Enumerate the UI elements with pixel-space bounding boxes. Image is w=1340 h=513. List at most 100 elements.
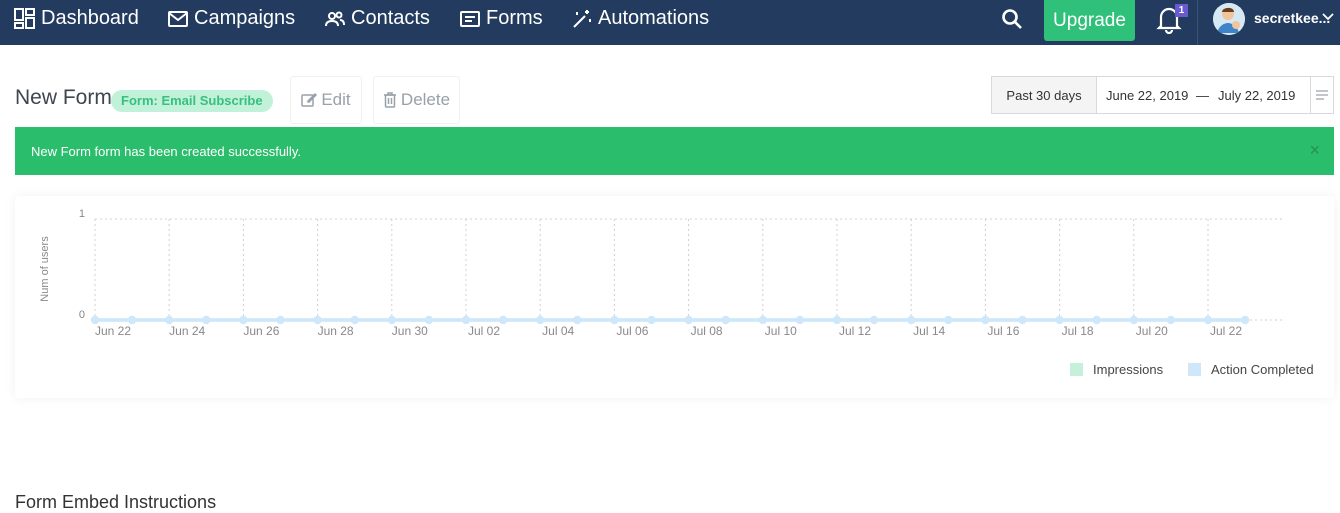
- page-title: New Form: [15, 86, 112, 109]
- delete-button[interactable]: Delete: [373, 76, 460, 124]
- section-heading: Form Embed Instructions: [15, 492, 217, 512]
- x-tick-label: Jun 22: [95, 324, 131, 338]
- x-tick-label: Jun 24: [169, 324, 205, 338]
- date-end: July 22, 2019: [1218, 88, 1296, 103]
- username[interactable]: secretkee...: [1254, 10, 1330, 26]
- data-point: [350, 315, 359, 325]
- legend-label: Impressions: [1093, 362, 1164, 377]
- y-axis-label: Num of users: [39, 236, 51, 302]
- data-point: [869, 315, 879, 325]
- nav-automations-label: Automations: [598, 7, 710, 29]
- x-tick-label: Jul 16: [987, 324, 1019, 338]
- edit-icon: [301, 92, 318, 107]
- success-alert: New Form form has been created successfu…: [15, 127, 1334, 175]
- data-point: [1129, 315, 1139, 325]
- magic-wand-icon: [573, 9, 591, 28]
- x-tick-label: Jul 18: [1062, 324, 1094, 338]
- data-point: [461, 315, 471, 325]
- edit-button[interactable]: Edit: [290, 76, 362, 124]
- upgrade-button[interactable]: Upgrade: [1044, 0, 1135, 41]
- legend-item-action-completed[interactable]: Action Completed: [1188, 362, 1314, 377]
- nav-divider: [1197, 0, 1198, 45]
- nav-forms[interactable]: Forms: [460, 0, 543, 37]
- search-icon[interactable]: [1000, 7, 1024, 31]
- date-preset-button[interactable]: Past 30 days: [991, 76, 1097, 114]
- legend-label: Action Completed: [1211, 362, 1314, 377]
- avatar[interactable]: [1213, 3, 1245, 35]
- nav-dashboard-label: Dashboard: [41, 7, 139, 29]
- dashboard-icon: [14, 8, 35, 29]
- data-point: [90, 315, 100, 325]
- date-separator: —: [1196, 88, 1209, 103]
- x-tick-label: Jul 10: [765, 324, 797, 338]
- mail-icon: [168, 10, 188, 27]
- legend-item-impressions[interactable]: Impressions: [1070, 362, 1163, 377]
- x-tick-label: Jul 20: [1136, 324, 1168, 338]
- data-point: [1203, 315, 1213, 325]
- data-point: [981, 315, 990, 325]
- x-tick-label: Jul 04: [542, 324, 574, 338]
- x-tick-label: Jul 22: [1210, 324, 1242, 338]
- edit-label: Edit: [321, 90, 351, 109]
- x-tick-label: Jun 28: [318, 324, 354, 338]
- x-tick-label: Jul 12: [839, 324, 871, 338]
- menu-lines-icon: [1316, 90, 1328, 100]
- nav-campaigns[interactable]: Campaigns: [168, 0, 295, 37]
- data-point: [127, 315, 137, 325]
- form-icon: [460, 10, 480, 27]
- nav-automations[interactable]: Automations: [572, 0, 709, 37]
- data-point: [721, 315, 730, 325]
- data-point: [536, 315, 545, 325]
- data-point: [239, 315, 248, 325]
- x-tick-label: Jun 26: [243, 324, 279, 338]
- data-point: [944, 315, 953, 325]
- data-point: [165, 315, 174, 325]
- x-tick-label: Jul 06: [616, 324, 648, 338]
- nav-dashboard[interactable]: Dashboard: [14, 0, 139, 37]
- x-tick-label: Jul 02: [468, 324, 500, 338]
- data-point: [1055, 315, 1064, 325]
- data-point: [647, 315, 656, 325]
- data-point: [313, 315, 322, 325]
- x-tick-label: Jul 08: [691, 324, 723, 338]
- legend-swatch: [1070, 363, 1083, 376]
- data-point: [795, 315, 805, 325]
- chevron-down-icon[interactable]: [1322, 13, 1334, 21]
- notification-badge: 1: [1175, 4, 1188, 17]
- close-icon[interactable]: ×: [1309, 140, 1320, 161]
- data-point: [907, 315, 916, 325]
- y-tick-label: 0: [79, 309, 85, 321]
- x-tick-label: Jul 14: [913, 324, 945, 338]
- data-point: [276, 315, 285, 325]
- nav-campaigns-label: Campaigns: [194, 7, 296, 29]
- data-point: [1018, 315, 1027, 325]
- data-point: [684, 315, 693, 325]
- date-start: June 22, 2019: [1106, 88, 1189, 103]
- alert-message: New Form form has been created successfu…: [31, 144, 301, 159]
- user-avatar-icon: [1213, 3, 1245, 35]
- data-point: [1240, 315, 1250, 325]
- data-point: [832, 315, 842, 325]
- data-point: [424, 315, 434, 325]
- nav-forms-label: Forms: [486, 7, 543, 29]
- delete-label: Delete: [400, 90, 451, 109]
- data-point: [1166, 315, 1176, 325]
- data-point: [758, 315, 767, 325]
- top-nav-bar: Dashboard Campaigns Contacts Forms Autom…: [0, 0, 1340, 45]
- contacts-icon: [325, 11, 345, 26]
- legend-swatch: [1188, 363, 1201, 376]
- data-point: [610, 315, 619, 325]
- data-point: [387, 315, 396, 325]
- data-point: [1092, 315, 1101, 325]
- x-tick-label: Jun 30: [392, 324, 428, 338]
- date-range-picker[interactable]: June 22, 2019 — July 22, 2019: [1097, 76, 1311, 114]
- date-range-menu[interactable]: [1310, 76, 1334, 114]
- data-point: [202, 315, 211, 325]
- nav-contacts[interactable]: Contacts: [325, 0, 430, 37]
- nav-contacts-label: Contacts: [351, 7, 430, 29]
- trash-icon: [383, 92, 396, 108]
- form-type-badge: Form: Email Subscribe: [111, 90, 273, 112]
- data-point: [498, 315, 508, 325]
- data-point: [573, 315, 582, 325]
- y-tick-label: 1: [79, 208, 85, 220]
